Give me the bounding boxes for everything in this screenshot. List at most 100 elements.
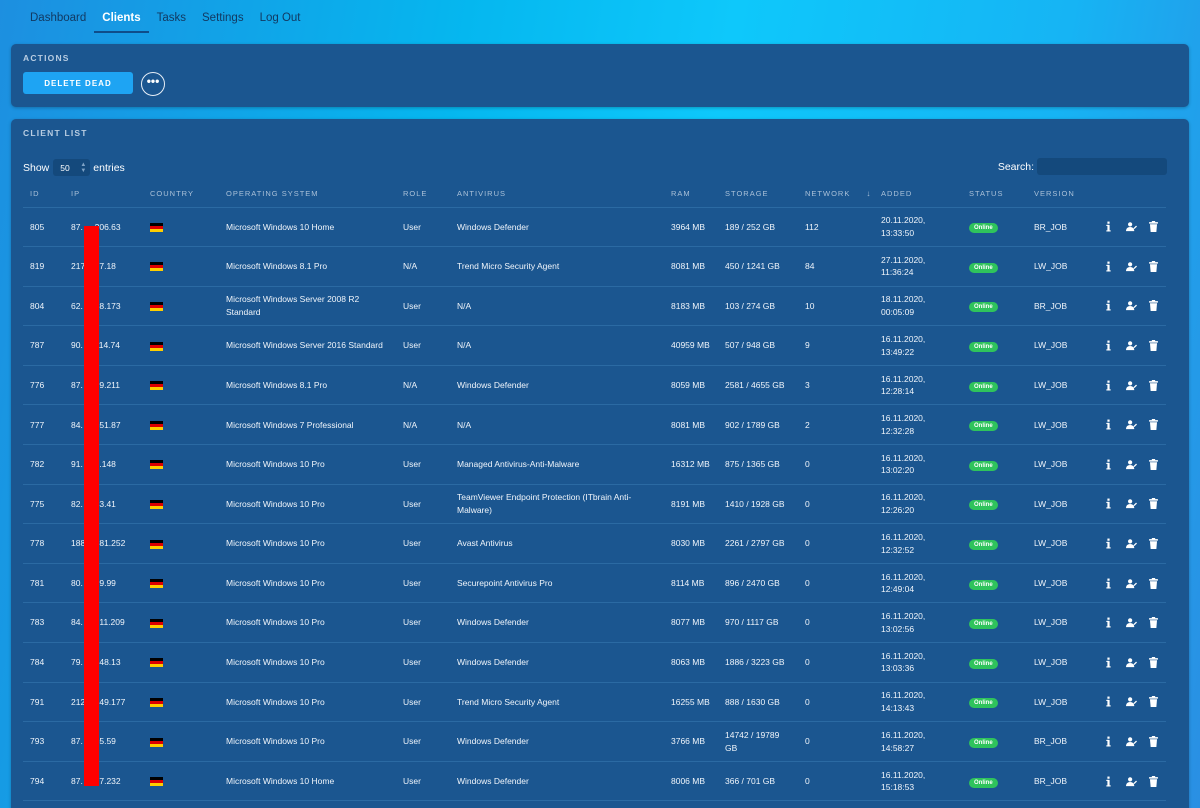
cell-id: 819: [23, 246, 64, 287]
cell-role: User: [396, 642, 450, 683]
cell-added: 16.11.2020, 12:26:20: [874, 484, 962, 525]
delete-dead-button[interactable]: DELETE DEAD: [23, 72, 133, 94]
col-status[interactable]: STATUS: [962, 189, 1027, 208]
trash-icon[interactable]: [1147, 775, 1160, 788]
cell-id: 794: [23, 761, 64, 802]
nav-clients[interactable]: Clients: [94, 0, 149, 33]
col-network[interactable]: NETWORK ↓: [798, 189, 874, 208]
added-time: 12:32:52: [881, 544, 915, 555]
edit-user-icon[interactable]: [1125, 656, 1138, 669]
info-icon[interactable]: [1102, 577, 1115, 590]
col-storage[interactable]: STORAGE: [718, 189, 798, 208]
cell-network: 0: [798, 761, 874, 802]
cell-version: LW_JOB: [1027, 523, 1095, 564]
table-row: 778 188. 81.252 Microsoft Windows 10 Pro Us…: [23, 523, 1166, 564]
cell-status: Online: [962, 444, 1027, 485]
trash-icon[interactable]: [1147, 497, 1160, 510]
search-input[interactable]: [1037, 158, 1167, 175]
trash-icon[interactable]: [1147, 379, 1160, 392]
table-row: 777 84. 251.87 Microsoft Windows 7 Profess…: [23, 404, 1166, 446]
col-country[interactable]: COUNTRY: [143, 189, 219, 208]
nav-logout[interactable]: Log Out: [252, 0, 309, 33]
info-icon[interactable]: [1102, 616, 1115, 629]
edit-user-icon[interactable]: [1125, 339, 1138, 352]
col-ip[interactable]: IP: [64, 189, 143, 208]
status-badge: Online: [969, 698, 998, 709]
info-icon[interactable]: [1102, 695, 1115, 708]
edit-user-icon[interactable]: [1125, 260, 1138, 273]
trash-icon[interactable]: [1147, 418, 1160, 431]
edit-user-icon[interactable]: [1125, 735, 1138, 748]
edit-user-icon[interactable]: [1125, 577, 1138, 590]
edit-user-icon[interactable]: [1125, 775, 1138, 788]
edit-user-icon[interactable]: [1125, 418, 1138, 431]
cell-network: 0: [798, 642, 874, 683]
info-icon[interactable]: [1102, 220, 1115, 233]
trash-icon[interactable]: [1147, 616, 1160, 629]
cell-ip: 79. 248.13: [64, 642, 143, 683]
cell-country: [143, 325, 219, 366]
trash-icon[interactable]: [1147, 220, 1160, 233]
status-badge: Online: [969, 579, 998, 590]
nav-settings[interactable]: Settings: [194, 0, 252, 33]
cell-storage: 103 / 274 GB: [718, 286, 798, 327]
nav-tasks[interactable]: Tasks: [149, 0, 194, 33]
table-row: 784 79. 248.13 Microsoft Windows 10 Pro Use…: [23, 642, 1166, 683]
trash-icon[interactable]: [1147, 735, 1160, 748]
edit-user-icon[interactable]: [1125, 458, 1138, 471]
more-options-button[interactable]: •••: [141, 72, 165, 96]
trash-icon[interactable]: [1147, 299, 1160, 312]
trash-icon[interactable]: [1147, 260, 1160, 273]
added-time: 13:02:56: [881, 623, 915, 634]
info-icon[interactable]: [1102, 299, 1115, 312]
table-row: 775 82. 33.41 Microsoft Windows 10 Pro User…: [23, 484, 1166, 525]
edit-user-icon[interactable]: [1125, 537, 1138, 550]
cell-country: [143, 721, 219, 762]
trash-icon[interactable]: [1147, 458, 1160, 471]
info-icon[interactable]: [1102, 260, 1115, 273]
edit-user-icon[interactable]: [1125, 695, 1138, 708]
trash-icon[interactable]: [1147, 339, 1160, 352]
info-icon[interactable]: [1102, 537, 1115, 550]
cell-actions: [1095, 325, 1166, 366]
added-time: 13:33:50: [881, 227, 915, 238]
info-icon[interactable]: [1102, 497, 1115, 510]
info-icon[interactable]: [1102, 656, 1115, 669]
trash-icon[interactable]: [1147, 537, 1160, 550]
col-id[interactable]: ID: [23, 189, 64, 208]
trash-icon[interactable]: [1147, 695, 1160, 708]
cell-ip: 84. 251.87: [64, 404, 143, 446]
edit-user-icon[interactable]: [1125, 379, 1138, 392]
status-badge: Online: [969, 500, 998, 511]
cell-antivirus: Windows Defender: [450, 365, 664, 406]
info-icon[interactable]: [1102, 418, 1115, 431]
table-row: 819 217. 7.18 Microsoft Windows 8.1 Pro N/A…: [23, 246, 1166, 287]
added-time: 00:05:09: [881, 306, 915, 317]
germany-flag-icon: [150, 499, 163, 509]
cell-network: 3: [798, 365, 874, 406]
nav-dashboard[interactable]: Dashboard: [22, 0, 94, 33]
col-added[interactable]: ADDED: [874, 189, 962, 208]
entries-select[interactable]: 50 ▲ ▼: [53, 159, 91, 176]
client-list-title: CLIENT LIST: [23, 128, 88, 138]
col-ram[interactable]: RAM: [664, 189, 718, 208]
info-icon[interactable]: [1102, 458, 1115, 471]
cell-actions: [1095, 484, 1166, 525]
info-icon[interactable]: [1102, 735, 1115, 748]
cell-os: Microsoft Windows Server 2008 R2 Standar…: [219, 286, 396, 327]
col-version[interactable]: VERSION: [1027, 189, 1095, 208]
col-antivirus[interactable]: ANTIVIRUS: [450, 189, 664, 208]
edit-user-icon[interactable]: [1125, 616, 1138, 629]
info-icon[interactable]: [1102, 379, 1115, 392]
trash-icon[interactable]: [1147, 656, 1160, 669]
trash-icon[interactable]: [1147, 577, 1160, 590]
edit-user-icon[interactable]: [1125, 220, 1138, 233]
added-time: 13:03:36: [881, 663, 915, 674]
edit-user-icon[interactable]: [1125, 299, 1138, 312]
info-icon[interactable]: [1102, 339, 1115, 352]
col-role[interactable]: ROLE: [396, 189, 450, 208]
info-icon[interactable]: [1102, 775, 1115, 788]
col-os[interactable]: OPERATING SYSTEM: [219, 189, 396, 208]
status-badge: Online: [969, 460, 998, 471]
edit-user-icon[interactable]: [1125, 497, 1138, 510]
